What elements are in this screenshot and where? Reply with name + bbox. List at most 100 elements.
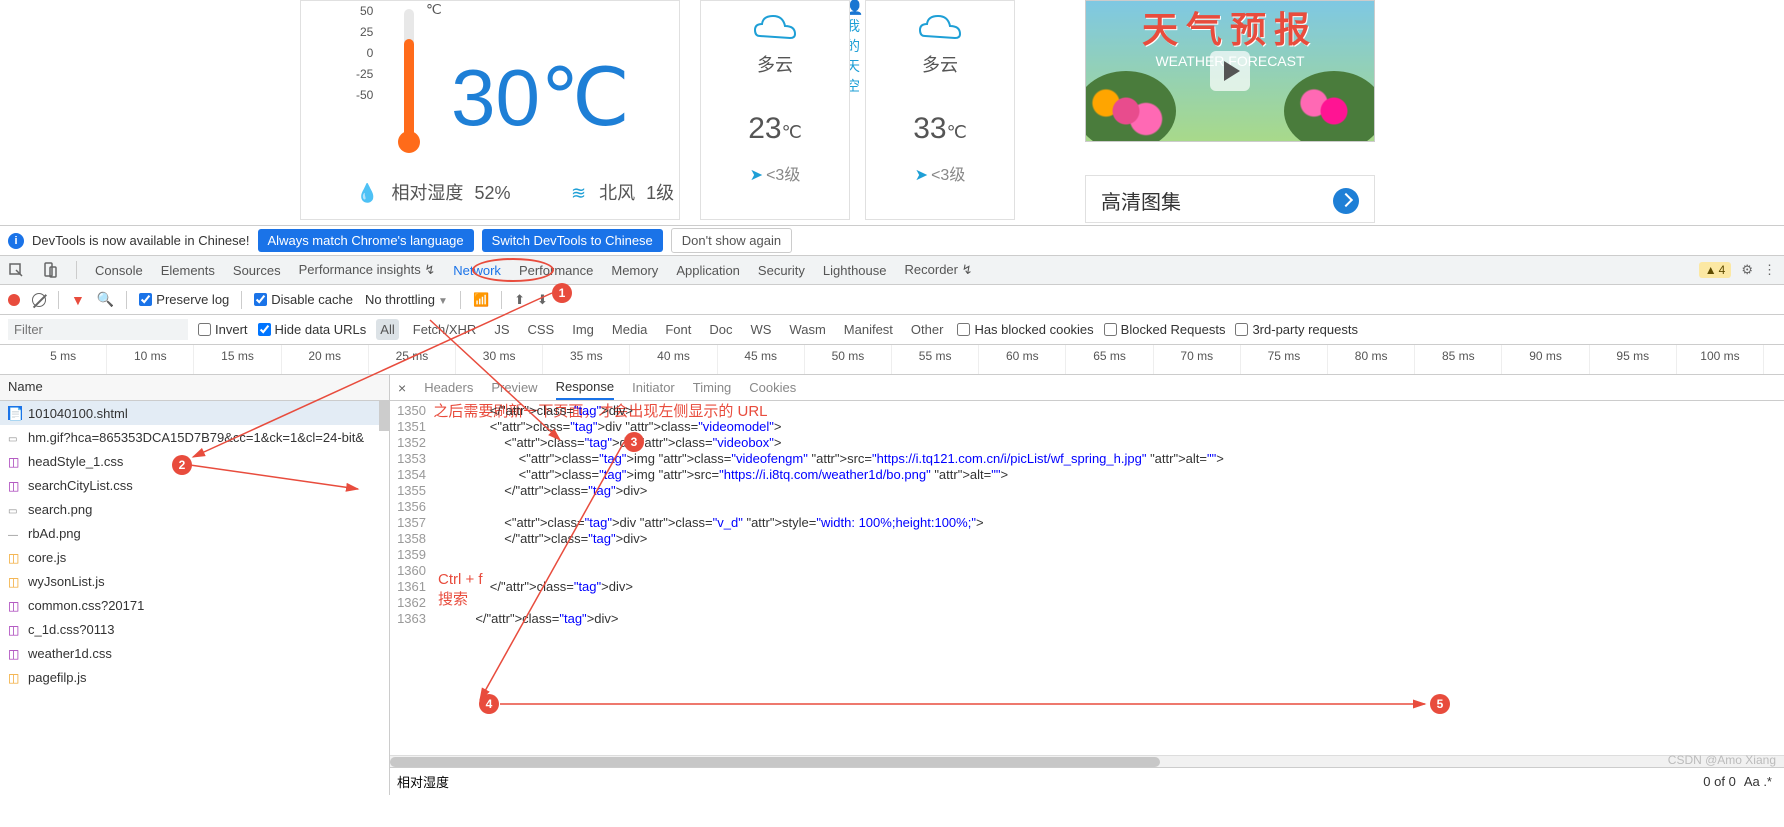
upload-icon[interactable]: ⬆ <box>514 292 525 308</box>
scrollbar-thumb[interactable] <box>379 401 389 431</box>
tab-headers[interactable]: Headers <box>424 376 473 399</box>
filter-all[interactable]: All <box>376 319 398 340</box>
wind-arrow-icon: ➤ <box>915 167 928 184</box>
list-item[interactable]: search.png <box>0 497 389 521</box>
inspect-icon[interactable] <box>8 262 24 278</box>
tab-initiator[interactable]: Initiator <box>632 376 675 399</box>
thermo-tube <box>404 9 414 139</box>
wind-direction: 北风 <box>599 183 635 203</box>
always-match-button[interactable]: Always match Chrome's language <box>258 229 474 252</box>
watermark: CSDN @Amo Xiang <box>1668 753 1776 767</box>
list-item[interactable]: common.css?20171 <box>0 593 389 617</box>
filter-font[interactable]: Font <box>661 319 695 340</box>
list-item[interactable]: searchCityList.css <box>0 473 389 497</box>
search-options[interactable]: Aa .* <box>1744 774 1772 789</box>
video-card[interactable]: 天气预报 WEATHER FORECAST <box>1085 0 1375 142</box>
list-item[interactable]: 101040100.shtml <box>0 401 389 425</box>
annotation-badge-1: 1 <box>552 283 572 303</box>
celsius-unit: ℃ <box>426 1 442 18</box>
third-party-checkbox[interactable]: 3rd-party requests <box>1235 322 1358 337</box>
list-item[interactable]: rbAd.png <box>0 521 389 545</box>
tab-timing[interactable]: Timing <box>693 376 732 399</box>
cloud-icon <box>910 6 970 46</box>
list-item[interactable]: wyJsonList.js <box>0 569 389 593</box>
js-icon <box>8 670 22 684</box>
filter-ws[interactable]: WS <box>746 319 775 340</box>
list-item[interactable]: c_1d.css?0113 <box>0 617 389 641</box>
more-icon[interactable]: ⋮ <box>1763 262 1776 278</box>
tab-console[interactable]: Console <box>95 257 143 284</box>
filter-input[interactable] <box>8 319 188 340</box>
close-icon[interactable]: × <box>398 380 406 396</box>
clear-icon[interactable] <box>32 293 46 307</box>
tab-application[interactable]: Application <box>676 257 740 284</box>
list-item[interactable]: weather1d.css <box>0 641 389 665</box>
download-icon[interactable]: ⬇ <box>537 292 548 308</box>
filter-img[interactable]: Img <box>568 319 598 340</box>
filter-wasm[interactable]: Wasm <box>785 319 829 340</box>
filter-media[interactable]: Media <box>608 319 651 340</box>
warnings-badge[interactable]: ▲ 4 <box>1699 262 1732 278</box>
blocked-requests-checkbox[interactable]: Blocked Requests <box>1104 322 1226 337</box>
annotation-badge-5: 5 <box>1430 694 1450 714</box>
forecast-wind: ➤<3级 <box>866 161 1014 185</box>
tab-memory[interactable]: Memory <box>611 257 658 284</box>
preserve-log-checkbox[interactable]: Preserve log <box>139 292 229 307</box>
filter-icon[interactable]: ▼ <box>71 292 85 308</box>
humidity-label: 相对湿度 <box>391 183 463 203</box>
horizontal-scrollbar[interactable] <box>390 755 1784 767</box>
response-code-area[interactable]: 1350135113521353135413551356135713581359… <box>390 401 1784 755</box>
filter-doc[interactable]: Doc <box>705 319 736 340</box>
image-icon <box>8 502 22 516</box>
file-list: 101040100.shtml hm.gif?hca=865353DCA15D7… <box>0 401 389 689</box>
thermo-scale: 50250-25-50 <box>356 1 373 106</box>
list-item[interactable]: core.js <box>0 545 389 569</box>
filter-bar: Invert Hide data URLs All Fetch/XHR JS C… <box>0 315 1784 345</box>
network-annotation-circle <box>472 258 554 282</box>
tab-lighthouse[interactable]: Lighthouse <box>823 257 887 284</box>
tab-recorder[interactable]: Recorder ↯ <box>905 256 973 284</box>
filter-css[interactable]: CSS <box>524 319 559 340</box>
filter-js[interactable]: JS <box>490 319 513 340</box>
invert-checkbox[interactable]: Invert <box>198 322 248 337</box>
devtools-tabs: Console Elements Sources Performance ins… <box>0 255 1784 285</box>
filter-fetch[interactable]: Fetch/XHR <box>409 319 481 340</box>
js-icon <box>8 550 22 564</box>
hide-data-urls-checkbox[interactable]: Hide data URLs <box>258 322 367 337</box>
css-icon <box>8 454 22 468</box>
tab-security[interactable]: Security <box>758 257 805 284</box>
gear-icon[interactable]: ⚙ <box>1741 262 1753 278</box>
list-item[interactable]: headStyle_1.css <box>0 449 389 473</box>
tab-sources[interactable]: Sources <box>233 257 281 284</box>
gallery-card[interactable]: 高清图集 <box>1085 175 1375 223</box>
list-item[interactable]: hm.gif?hca=865353DCA15D7B79&cc=1&ck=1&cl… <box>0 425 389 449</box>
name-column-header[interactable]: Name <box>0 375 389 401</box>
wind-row: ≋ 北风 1级 <box>571 179 674 205</box>
play-icon[interactable] <box>1210 51 1250 91</box>
wifi-icon[interactable]: 📶 <box>473 292 489 308</box>
search-icon[interactable]: 🔍 <box>97 291 114 308</box>
tab-cookies[interactable]: Cookies <box>749 376 796 399</box>
forecast-condition: 多云 <box>866 51 1014 77</box>
list-item[interactable]: pagefilp.js <box>0 665 389 689</box>
dont-show-button[interactable]: Don't show again <box>671 228 792 253</box>
disable-cache-checkbox[interactable]: Disable cache <box>254 292 353 307</box>
tab-elements[interactable]: Elements <box>161 257 215 284</box>
annotation-badge-3: 3 <box>624 432 644 452</box>
tab-perf-insights[interactable]: Performance insights ↯ <box>299 256 436 284</box>
chevron-right-icon[interactable] <box>1333 188 1359 214</box>
device-toggle-icon[interactable] <box>42 262 58 278</box>
blocked-cookies-checkbox[interactable]: Has blocked cookies <box>957 322 1093 337</box>
throttling-select[interactable]: No throttling▼ <box>365 292 448 307</box>
switch-devtools-button[interactable]: Switch DevTools to Chinese <box>482 229 663 252</box>
record-icon[interactable] <box>8 294 20 306</box>
tab-response[interactable]: Response <box>556 375 615 400</box>
filter-manifest[interactable]: Manifest <box>840 319 897 340</box>
search-input[interactable] <box>394 771 1703 792</box>
gallery-title: 高清图集 <box>1101 192 1181 214</box>
line-numbers: 1350135113521353135413551356135713581359… <box>390 401 432 755</box>
wind-level: 1级 <box>646 183 674 203</box>
tab-preview[interactable]: Preview <box>491 376 537 399</box>
filter-other[interactable]: Other <box>907 319 948 340</box>
network-timeline[interactable]: 5 ms 10 ms 15 ms 20 ms 25 ms 30 ms 35 ms… <box>0 345 1784 375</box>
